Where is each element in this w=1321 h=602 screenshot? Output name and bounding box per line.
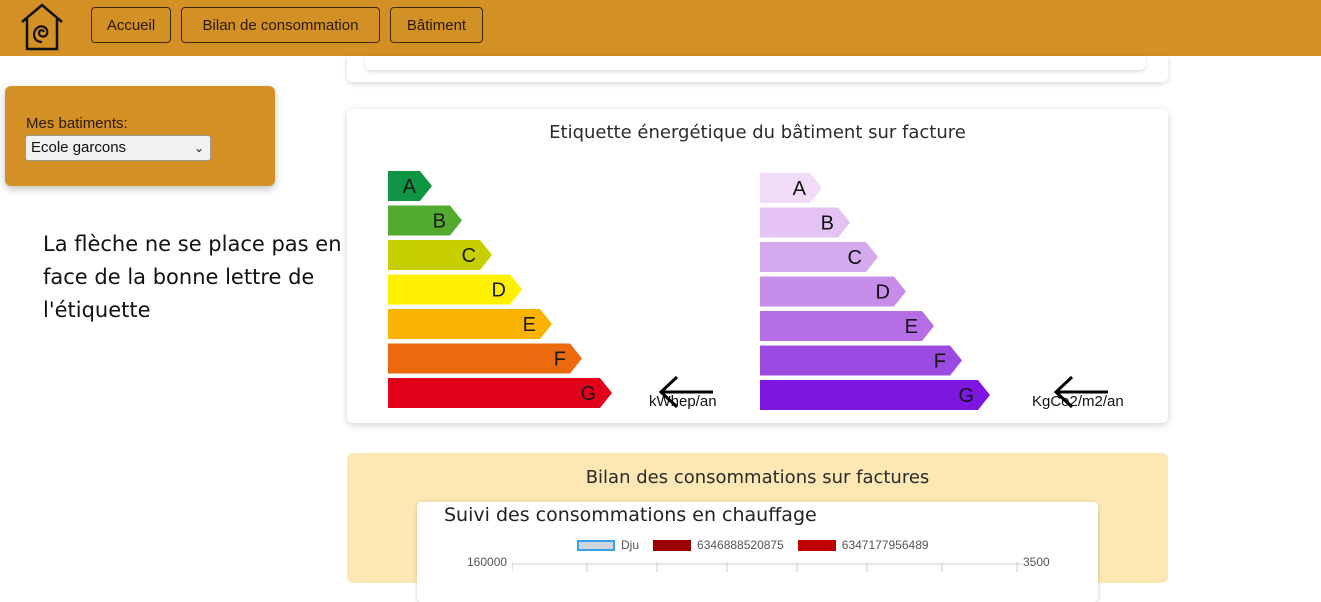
ges-bar-a [760,173,822,203]
energy-letter-g: G [580,383,596,405]
building-select-value: Ecole garcons [31,139,127,156]
energy-letter-a: A [403,176,417,198]
energy-bar-c [388,240,492,270]
ges-bar-f [760,345,962,376]
y-right-tick: 3500 [1023,555,1050,569]
legend-swatch [653,539,692,551]
chevron-down-icon: ⌄ [193,141,204,155]
chart-legend: Dju 6346888520875 6347177956489 [577,538,929,552]
ges-arrow-icon [1053,375,1108,409]
energy-letter-c: C [462,245,476,267]
ges-letter-d: D [876,282,890,304]
nav-accueil-button[interactable]: Accueil [91,7,171,43]
ges-letter-f: F [934,351,946,373]
heating-chart: Suivi des consommations en chauffage Dju… [417,502,1098,602]
legend-swatch [577,539,615,551]
legend-label: 6346888520875 [697,538,784,552]
ges-letter-b: B [821,213,834,235]
energy-bar-g [388,378,612,408]
ges-letter-c: C [848,247,862,269]
energy-letter-e: E [523,314,536,336]
building-select-label: Mes batiments: [26,115,128,132]
nav-bilan-button[interactable]: Bilan de consommation [181,7,380,43]
energy-scales: ABCDEFGABCDEFG [388,171,990,410]
ges-letter-a: A [793,178,807,200]
ges-bar-b [760,207,850,238]
previous-card [347,56,1168,82]
top-navbar: Accueil Bilan de consommation Bâtiment [0,0,1321,56]
legend-item[interactable]: 6347177956489 [797,538,929,552]
chart-title: Suivi des consommations en chauffage [444,504,817,526]
y-left-tick: 160000 [467,555,508,569]
annotation-text: La flèche ne se place pas en face de la … [43,232,342,322]
home-logo-icon[interactable] [18,2,66,52]
energy-letter-f: F [554,349,566,371]
ges-letter-g: G [958,385,974,407]
chart-gridline [512,562,1022,572]
legend-swatch [797,539,836,551]
energy-arrow-icon [658,375,713,409]
building-select[interactable]: Ecole garcons ⌄ [25,135,211,161]
energy-letter-b: B [433,211,446,233]
energy-letter-d: D [492,280,506,302]
nav-batiment-button[interactable]: Bâtiment [390,7,483,43]
legend-item[interactable]: 6346888520875 [653,538,784,552]
legend-item[interactable]: Dju [577,538,639,552]
legend-label: Dju [621,538,640,552]
ges-bar-g [760,380,990,410]
bilan-card-title: Bilan des consommations sur factures [585,467,930,488]
ges-letter-e: E [905,316,918,338]
previous-card-inner [365,56,1146,70]
legend-label: 6347177956489 [841,538,929,552]
building-selector-card: Mes batiments: Ecole garcons ⌄ [5,86,275,186]
energy-bar-b [388,205,462,236]
energy-label-card: Etiquette énergétique du bâtiment sur fa… [347,109,1168,423]
bilan-card: Bilan des consommations sur factures Sui… [347,453,1168,602]
